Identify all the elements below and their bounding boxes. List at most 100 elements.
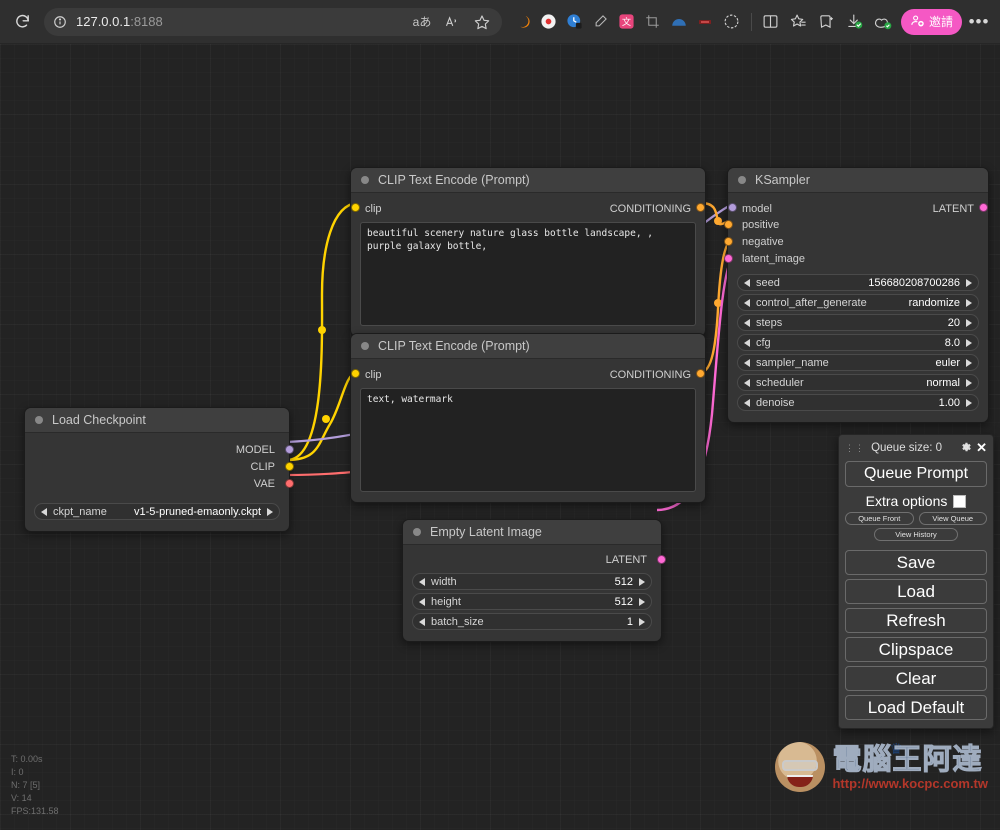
browser-essentials-icon[interactable] [718, 8, 746, 36]
save-button[interactable]: Save [845, 550, 987, 575]
widget-ckpt-name[interactable]: ckpt_name v1-5-pruned-emaonly.ckpt [34, 503, 280, 520]
star-icon[interactable] [468, 8, 496, 36]
increment-arrow-icon[interactable] [966, 318, 972, 327]
collapse-dot-icon[interactable] [361, 176, 369, 184]
decrement-arrow-icon[interactable] [744, 318, 750, 327]
increment-arrow-icon[interactable] [267, 507, 273, 516]
reload-icon[interactable] [8, 8, 36, 36]
downloads-icon[interactable] [841, 8, 869, 36]
decrement-arrow-icon[interactable] [744, 358, 750, 367]
node-title-bar[interactable]: KSampler [728, 168, 988, 193]
port-clip-out[interactable] [284, 462, 294, 471]
comfyui-canvas[interactable]: CLIP Text Encode (Prompt) clip CONDITION… [0, 44, 1000, 830]
extension-clock-icon[interactable] [562, 9, 588, 35]
extra-options-checkbox[interactable] [953, 494, 967, 508]
clear-button[interactable]: Clear [845, 666, 987, 691]
clipspace-button[interactable]: Clipspace [845, 637, 987, 662]
port-latent-out[interactable] [656, 555, 666, 564]
port-model-out[interactable] [284, 445, 294, 454]
extension-minus-icon[interactable] [692, 9, 718, 35]
node-ksampler[interactable]: KSampler model LATENT positive negative [723, 167, 989, 423]
collapse-dot-icon[interactable] [413, 528, 421, 536]
load-button[interactable]: Load [845, 579, 987, 604]
decrement-arrow-icon[interactable] [41, 507, 47, 516]
widget-batch-size[interactable]: batch_size 1 [412, 613, 652, 630]
queue-panel-header[interactable]: ⋮⋮ Queue size: 0 ✕ [845, 439, 987, 457]
widget-steps[interactable]: steps 20 [737, 314, 979, 331]
collapse-dot-icon[interactable] [361, 342, 369, 350]
decrement-arrow-icon[interactable] [419, 597, 425, 606]
prompt-textarea-positive[interactable]: beautiful scenery nature glass bottle la… [360, 222, 696, 326]
increment-arrow-icon[interactable] [639, 577, 645, 586]
increment-arrow-icon[interactable] [966, 298, 972, 307]
widget-denoise[interactable]: denoise 1.00 [737, 394, 979, 411]
widget-sampler-name[interactable]: sampler_name euler [737, 354, 979, 371]
more-options-button[interactable]: ••• [966, 9, 992, 35]
port-clip-in[interactable] [351, 368, 360, 378]
port-latent-image-in[interactable] [723, 254, 733, 263]
widget-width[interactable]: width 512 [412, 573, 652, 590]
increment-arrow-icon[interactable] [966, 358, 972, 367]
translate-icon[interactable]: aあ [408, 8, 436, 36]
widget-control-after-generate[interactable]: control_after_generate randomize [737, 294, 979, 311]
extension-arc-icon[interactable] [666, 9, 692, 35]
widget-seed[interactable]: seed 156680208700286 [737, 274, 979, 291]
increment-arrow-icon[interactable] [639, 617, 645, 626]
port-conditioning-out[interactable] [696, 368, 705, 378]
port-positive-in[interactable] [723, 220, 733, 229]
increment-arrow-icon[interactable] [966, 398, 972, 407]
decrement-arrow-icon[interactable] [744, 338, 750, 347]
extension-crop-icon[interactable] [640, 9, 666, 35]
increment-arrow-icon[interactable] [966, 278, 972, 287]
port-negative-in[interactable] [723, 237, 733, 246]
node-load-checkpoint[interactable]: Load Checkpoint MODEL CLIP VAE ckpt_name… [24, 407, 294, 532]
decrement-arrow-icon[interactable] [744, 378, 750, 387]
node-empty-latent-image[interactable]: Empty Latent Image LATENT width 512 heig… [402, 519, 666, 642]
port-clip-in[interactable] [351, 202, 360, 212]
widget-cfg[interactable]: cfg 8.0 [737, 334, 979, 351]
address-bar[interactable]: 127.0.0.1:8188 aあ [44, 7, 502, 36]
extra-options-row[interactable]: Extra options [845, 493, 987, 509]
increment-arrow-icon[interactable] [639, 597, 645, 606]
view-queue-button[interactable]: View Queue [918, 512, 987, 525]
gear-icon[interactable] [960, 441, 972, 456]
invite-button[interactable]: 邀請 [900, 8, 962, 35]
queue-prompt-button[interactable]: Queue Prompt [845, 461, 987, 487]
node-title-bar[interactable]: Empty Latent Image [403, 520, 661, 545]
profile-icon[interactable] [869, 8, 897, 36]
node-title-bar[interactable]: CLIP Text Encode (Prompt) [351, 334, 705, 359]
refresh-button[interactable]: Refresh [845, 608, 987, 633]
favorites-icon[interactable] [785, 8, 813, 36]
decrement-arrow-icon[interactable] [744, 398, 750, 407]
node-title-bar[interactable]: CLIP Text Encode (Prompt) [351, 168, 705, 193]
port-vae-out[interactable] [284, 479, 294, 488]
extension-translator-icon[interactable]: 文 [614, 9, 640, 35]
close-icon[interactable]: ✕ [976, 440, 987, 456]
widget-height[interactable]: height 512 [412, 593, 652, 610]
port-model-in[interactable] [728, 202, 737, 212]
collapse-dot-icon[interactable] [35, 416, 43, 424]
node-clip-text-encode-negative[interactable]: CLIP Text Encode (Prompt) clip CONDITION… [350, 333, 706, 503]
decrement-arrow-icon[interactable] [744, 278, 750, 287]
load-default-button[interactable]: Load Default [845, 695, 987, 720]
collapse-dot-icon[interactable] [738, 176, 746, 184]
read-aloud-icon[interactable] [438, 8, 466, 36]
node-clip-text-encode-positive[interactable]: CLIP Text Encode (Prompt) clip CONDITION… [350, 167, 706, 337]
port-latent-out[interactable] [979, 202, 988, 212]
queue-front-button[interactable]: Queue Front [845, 512, 914, 525]
decrement-arrow-icon[interactable] [744, 298, 750, 307]
drag-handle-icon[interactable]: ⋮⋮ [845, 443, 864, 452]
widget-scheduler[interactable]: scheduler normal [737, 374, 979, 391]
port-conditioning-out[interactable] [696, 202, 705, 212]
decrement-arrow-icon[interactable] [419, 577, 425, 586]
increment-arrow-icon[interactable] [966, 378, 972, 387]
split-screen-icon[interactable] [757, 8, 785, 36]
queue-panel[interactable]: ⋮⋮ Queue size: 0 ✕ Queue Prompt Extra op… [838, 434, 994, 729]
site-info-icon[interactable] [50, 12, 70, 32]
extension-crescent-icon[interactable] [510, 9, 536, 35]
decrement-arrow-icon[interactable] [419, 617, 425, 626]
collections-icon[interactable] [813, 8, 841, 36]
node-title-bar[interactable]: Load Checkpoint [25, 408, 289, 433]
extension-record-icon[interactable] [536, 9, 562, 35]
increment-arrow-icon[interactable] [966, 338, 972, 347]
